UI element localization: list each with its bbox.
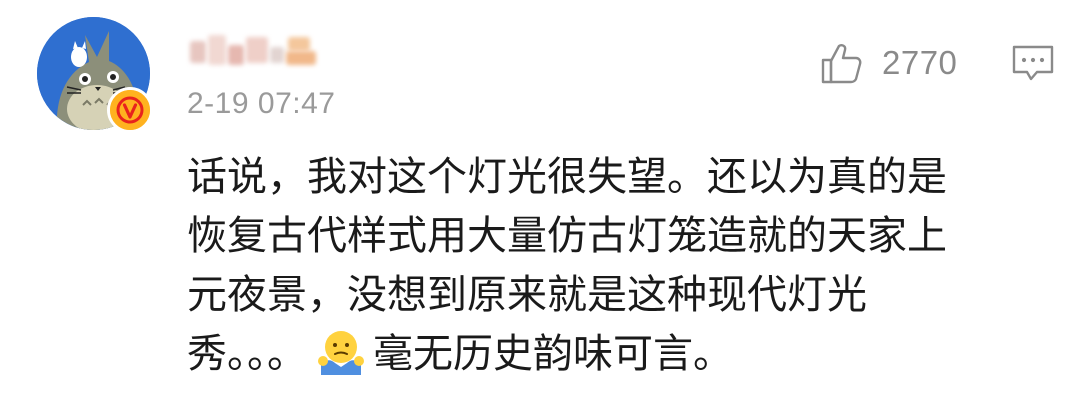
comment-text-line: 恢复古代样式用大量仿古灯笼造就的天家上 <box>187 213 947 259</box>
comment-text-line-last: 秀。。。 毫无历史韵味可言。 <box>187 325 1047 384</box>
like-count: 2770 <box>882 44 958 81</box>
reply-button[interactable] <box>1010 40 1056 86</box>
comment-bubble-icon[interactable] <box>1010 40 1056 86</box>
comment-text-line: 话说，我对这个灯光很失望。还以为真的是 <box>187 154 947 200</box>
avatar-container[interactable] <box>37 17 153 133</box>
comment-timestamp: 2-19 07:47 <box>187 87 336 120</box>
like-button[interactable]: 2770 <box>818 38 957 88</box>
comment-text-fragment: 毫无历史韵味可言。 <box>373 331 733 377</box>
comment-text: 话说，我对这个灯光很失望。还以为真的是 恢复古代样式用大量仿古灯笼造就的天家上 … <box>187 148 1047 384</box>
thumbs-up-icon[interactable] <box>818 40 864 86</box>
comment-text-fragment: 秀。。。 <box>187 331 307 377</box>
username-redacted[interactable] <box>190 35 328 69</box>
comment-card: 2-19 07:47 2770 话说，我对这个灯光很失望。还以为真的是 恢复古代… <box>0 0 1080 420</box>
comment-text-line: 元夜景，没想到原来就是这种现代灯光 <box>187 272 867 318</box>
verified-v-icon <box>107 87 153 133</box>
shrug-emoji-icon <box>315 325 367 377</box>
